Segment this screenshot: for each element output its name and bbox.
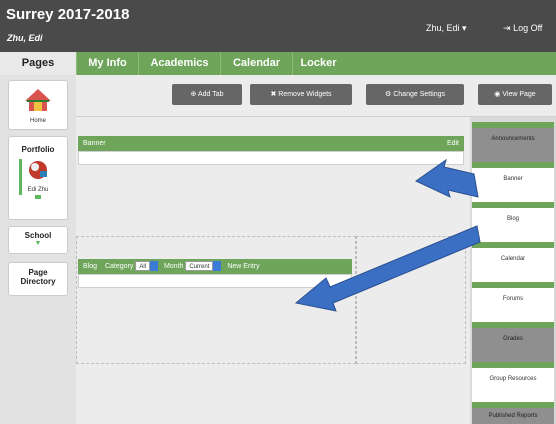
add-tab-icon: ⊕ <box>190 91 197 98</box>
blog-new-entry-link[interactable]: New Entry <box>227 263 259 270</box>
widget-item-grades[interactable]: Grades <box>472 322 554 362</box>
change-settings-label: Change Settings <box>393 91 445 98</box>
portfolio-accent <box>19 159 22 195</box>
widget-item-group-resources[interactable]: Group Resources <box>472 362 554 402</box>
eye-icon: ◉ <box>494 91 501 98</box>
trash-icon: ✖ <box>270 91 277 98</box>
top-header: Surrey 2017-2018 Zhu, Edi Zhu, Edi ▾ ⇥ L… <box>0 0 556 52</box>
tab-academics[interactable]: Academics <box>138 52 220 75</box>
view-page-label: View Page <box>502 91 536 98</box>
widget-item-label: Blog <box>506 216 519 222</box>
logoff-button[interactable]: ⇥ Log Off <box>503 23 542 34</box>
widget-item-label: Announcements <box>491 136 535 142</box>
blog-widget-body <box>78 274 352 288</box>
remove-widgets-label: Remove Widgets <box>278 91 332 98</box>
sidebar-school-label: School <box>24 231 52 240</box>
sidebar-item-school[interactable]: School ▼ <box>8 226 68 254</box>
tab-pages[interactable]: Pages <box>0 52 76 75</box>
sidebar-portfolio-user: Edi Zhu <box>27 187 49 193</box>
widget-item-blog[interactable]: Blog <box>472 202 554 242</box>
widget-item-published-reports[interactable]: Published Reports <box>472 402 554 424</box>
home-icon <box>25 89 51 111</box>
blog-month-select[interactable]: Current <box>185 261 214 272</box>
banner-widget-title: Banner <box>83 140 106 147</box>
user-name: Zhu, Edi <box>7 33 43 43</box>
tab-calendar[interactable]: Calendar <box>220 52 292 75</box>
site-title: Surrey 2017-2018 <box>6 6 130 23</box>
logoff-icon: ⇥ <box>503 23 511 33</box>
remove-widgets-button[interactable]: ✖ Remove Widgets <box>250 84 352 105</box>
widget-item-label: Published Reports <box>488 413 538 419</box>
view-page-button[interactable]: ◉ View Page <box>478 84 552 105</box>
widget-item-label: Banner <box>503 176 523 182</box>
blog-category-label: Category <box>104 263 134 270</box>
page-directory-label-1: Page <box>28 268 48 277</box>
tab-locker[interactable]: Locker <box>292 52 344 75</box>
logoff-label: Log Off <box>513 23 543 33</box>
widget-item-label: Group Resources <box>489 376 537 382</box>
blog-widget-title: Blog <box>83 263 98 270</box>
widget-item-announcements[interactable]: Announcements <box>472 122 554 162</box>
widget-item-label: Forums <box>502 296 524 302</box>
school-expand-icon[interactable]: ▼ <box>9 240 67 247</box>
banner-edit-link[interactable]: Edit <box>447 136 459 151</box>
widget-item-calendar[interactable]: Calendar <box>472 242 554 282</box>
blog-category-select[interactable]: All <box>135 261 150 272</box>
banner-widget-body <box>78 151 464 165</box>
add-tab-label: Add Tab <box>197 91 224 98</box>
change-settings-button[interactable]: ⚙ Change Settings <box>366 84 464 105</box>
sidebar-item-portfolio[interactable]: Portfolio Edi Zhu <box>8 136 68 220</box>
sidebar-item-home[interactable]: Home <box>8 80 68 130</box>
user-menu[interactable]: Zhu, Edi ▾ <box>426 23 467 34</box>
layout-zone-right <box>356 236 466 364</box>
blog-widget-header[interactable]: Blog Category All Month Current New Entr… <box>78 259 352 274</box>
banner-widget-header[interactable]: Banner Edit <box>78 136 464 151</box>
add-tab-button[interactable]: ⊕ Add Tab <box>172 84 242 105</box>
tab-my-info[interactable]: My Info <box>76 52 138 75</box>
widget-item-banner[interactable]: Banner <box>472 162 554 202</box>
gear-icon: ⚙ <box>385 91 392 98</box>
blog-month-label: Month <box>163 263 184 270</box>
layout-zone-left <box>76 236 356 364</box>
page-directory-label-2: Directory <box>20 277 56 286</box>
sidebar-item-page-directory[interactable]: Page Directory <box>8 262 68 296</box>
month-chevron-icon[interactable] <box>213 261 222 272</box>
widget-item-forums[interactable]: Forums <box>472 282 554 322</box>
category-chevron-icon[interactable] <box>150 261 158 272</box>
sidebar-home-label: Home <box>29 118 46 124</box>
portfolio-indicator <box>35 195 41 199</box>
widget-item-label: Grades <box>503 336 523 342</box>
sidebar-portfolio-label: Portfolio <box>21 145 55 154</box>
widget-item-label: Calendar <box>500 256 526 262</box>
portfolio-icon <box>29 161 47 179</box>
